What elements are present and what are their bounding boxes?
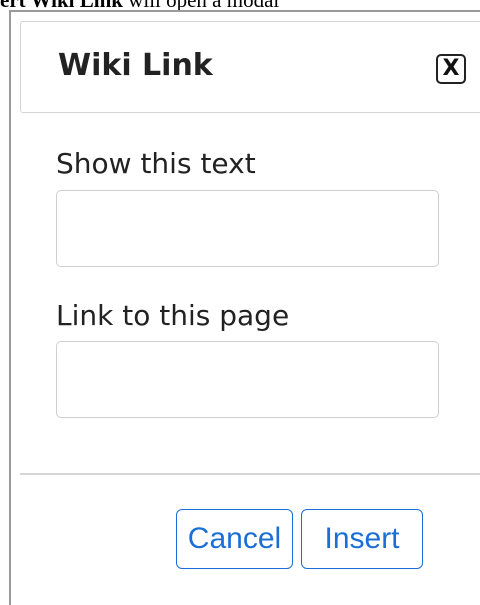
modal-title: Wiki Link — [58, 48, 213, 83]
cancel-button[interactable]: Cancel — [176, 509, 293, 569]
link-page-label: Link to this page — [56, 299, 290, 332]
close-button[interactable]: X — [436, 54, 466, 84]
link-page-input[interactable] — [56, 341, 439, 418]
insert-button[interactable]: Insert — [301, 509, 423, 569]
show-text-input[interactable] — [56, 190, 439, 267]
wiki-link-modal: Wiki Link X Show this text Link to this … — [9, 10, 480, 605]
show-text-label: Show this text — [56, 147, 256, 180]
footer-divider — [20, 473, 480, 475]
modal-header: Wiki Link X — [20, 21, 480, 113]
